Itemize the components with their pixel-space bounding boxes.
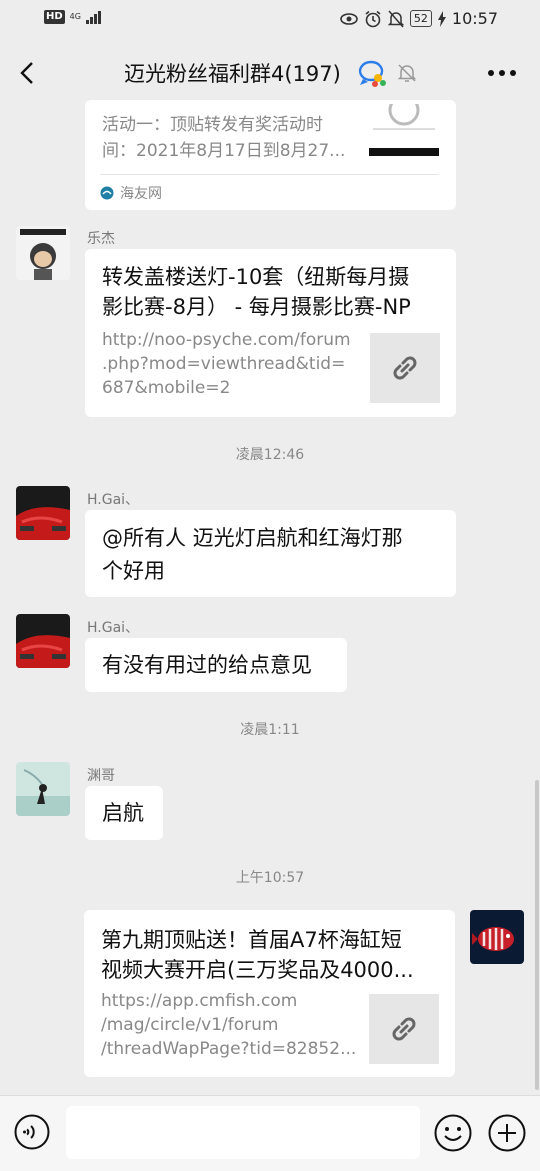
link-title-line: 视频大赛开启(三万奖品及4000...	[101, 958, 414, 982]
avatar[interactable]	[16, 614, 70, 668]
avatar[interactable]	[16, 486, 70, 540]
network-type: 4G	[69, 12, 81, 21]
link-title-line: 第九期顶贴送！首届A7杯海缸短	[101, 928, 402, 952]
status-bar: HD 4G 52 10:57	[0, 0, 540, 40]
thumbnail-image	[369, 104, 439, 156]
link-url-line: https://app.cmfish.com	[101, 991, 298, 1011]
link-url-line: /mag/circle/v1/forum	[101, 1015, 279, 1035]
avatar[interactable]	[16, 226, 70, 280]
link-card-message[interactable]: 活动一：顶贴转发有奖活动时 间：2021年8月17日到8月27... 海友网	[85, 100, 456, 210]
text-message[interactable]: 有没有用过的给点意见	[85, 638, 347, 692]
clock: 10:57	[451, 9, 498, 28]
message-text: 启航	[102, 801, 144, 825]
group-badge-icon	[358, 60, 386, 87]
sender-name: H.Gai、	[87, 620, 140, 636]
mute-icon	[397, 64, 417, 82]
message-text-line: 个好用	[102, 559, 165, 583]
emoji-icon[interactable]	[434, 1114, 472, 1152]
sender-name: H.Gai、	[87, 492, 140, 508]
input-bar	[0, 1095, 540, 1171]
link-url-line: /threadWapPage?tid=82852...	[101, 1039, 357, 1059]
status-right: 52 10:57	[340, 9, 498, 28]
timestamp: 凌晨12:46	[235, 447, 305, 463]
link-icon	[393, 356, 417, 380]
text-message[interactable]: 启航	[85, 786, 163, 840]
link-card-message[interactable]: 第九期顶贴送！首届A7杯海缸短 视频大赛开启(三万奖品及4000... http…	[84, 910, 455, 1077]
sender-name: 渊哥	[87, 768, 115, 784]
chat-header: 迈光粉丝福利群4(197)	[0, 40, 540, 106]
link-thumbnail	[369, 104, 439, 156]
mute-bell-icon	[387, 10, 404, 27]
timestamp: 上午10:57	[235, 870, 305, 886]
voice-icon[interactable]	[14, 1114, 50, 1150]
link-thumbnail	[369, 994, 439, 1064]
sender-name: 乐杰	[87, 231, 115, 247]
message-text-line: @所有人 迈光灯启航和红海灯那	[102, 526, 403, 550]
hd-indicator: HD	[44, 10, 65, 24]
scrollbar[interactable]	[535, 780, 539, 1090]
more-icon[interactable]	[486, 62, 518, 84]
eye-icon	[340, 12, 358, 25]
message-text: 有没有用过的给点意见	[102, 653, 312, 677]
charging-icon	[437, 10, 446, 27]
link-thumbnail	[370, 333, 440, 403]
page-title: 迈光粉丝福利群4(197)	[124, 62, 341, 86]
self-avatar[interactable]	[470, 910, 524, 964]
link-description-line: 活动一：顶贴转发有奖活动时	[102, 115, 323, 135]
link-title-line: 影比赛-8月） - 每月摄影比赛-NP	[102, 295, 411, 319]
link-icon	[392, 1017, 416, 1041]
message-input[interactable]	[66, 1106, 420, 1159]
link-title-line: 转发盖楼送灯-10套（纽斯每月摄	[102, 265, 410, 289]
back-icon[interactable]	[14, 58, 44, 88]
link-url-line: http://noo-psyche.com/forum	[102, 330, 351, 350]
signal-icon	[85, 10, 101, 24]
plus-icon[interactable]	[488, 1114, 526, 1152]
status-left: HD 4G	[44, 10, 101, 24]
link-card-message[interactable]: 转发盖楼送灯-10套（纽斯每月摄 影比赛-8月） - 每月摄影比赛-NP htt…	[85, 249, 456, 417]
avatar[interactable]	[16, 762, 70, 816]
alarm-icon	[365, 10, 381, 27]
battery-indicator: 52	[409, 10, 432, 27]
link-description-line: 间：2021年8月17日到8月27...	[102, 141, 346, 161]
source-divider	[100, 174, 439, 175]
text-message[interactable]: @所有人 迈光灯启航和红海灯那 个好用	[85, 510, 456, 597]
source-logo-icon	[100, 186, 114, 200]
source-name: 海友网	[120, 186, 162, 202]
link-url-line: 687&mobile=2	[102, 378, 231, 398]
link-url-line: .php?mod=viewthread&tid=	[102, 354, 346, 374]
timestamp: 凌晨1:11	[240, 722, 300, 738]
